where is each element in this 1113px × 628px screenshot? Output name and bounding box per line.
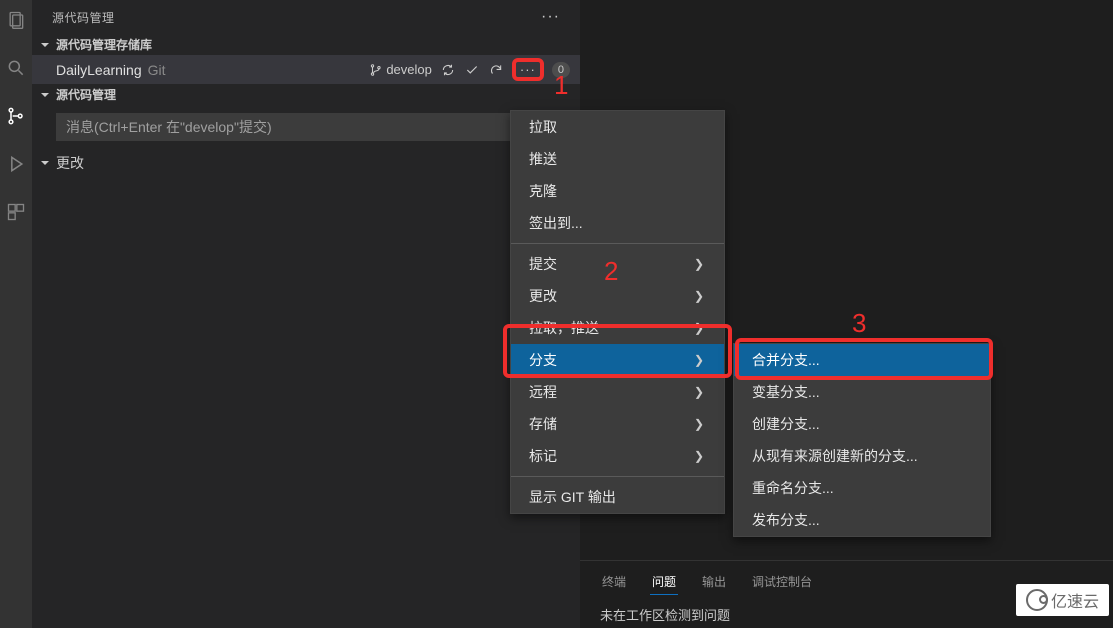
repos-section-header[interactable]: 源代码管理存储库 bbox=[32, 34, 580, 55]
chevron-down-icon bbox=[38, 38, 52, 52]
chevron-right-icon: ❯ bbox=[694, 257, 704, 271]
menu-pull[interactable]: 拉取 bbox=[511, 111, 724, 143]
menu-rebase-branch[interactable]: 变基分支... bbox=[734, 376, 990, 408]
chevron-right-icon: ❯ bbox=[694, 353, 704, 367]
commit-input[interactable] bbox=[56, 113, 564, 141]
branch-indicator[interactable]: develop bbox=[368, 62, 432, 78]
section-label: 源代码管理 bbox=[56, 86, 116, 103]
menu-rename-branch[interactable]: 重命名分支... bbox=[734, 472, 990, 504]
source-control-icon[interactable] bbox=[4, 104, 28, 128]
annotation-number-3: 3 bbox=[852, 308, 866, 339]
repo-name: DailyLearning bbox=[56, 62, 142, 78]
tab-problems[interactable]: 问题 bbox=[650, 569, 678, 595]
menu-create-branch[interactable]: 创建分支... bbox=[734, 408, 990, 440]
chevron-right-icon: ❯ bbox=[694, 385, 704, 399]
menu-separator bbox=[511, 243, 724, 244]
tab-output[interactable]: 输出 bbox=[700, 569, 728, 595]
repo-more-highlighted[interactable]: ··· bbox=[512, 58, 544, 81]
cloud-icon bbox=[1026, 589, 1048, 611]
watermark: 亿速云 bbox=[1016, 584, 1109, 616]
repo-toolbar: develop ··· 0 bbox=[368, 58, 570, 81]
menu-clone[interactable]: 克隆 bbox=[511, 175, 724, 207]
menu-create-branch-from[interactable]: 从现有来源创建新的分支... bbox=[734, 440, 990, 472]
menu-publish-branch[interactable]: 发布分支... bbox=[734, 504, 990, 536]
debug-icon[interactable] bbox=[4, 152, 28, 176]
changes-label: 更改 bbox=[56, 153, 84, 173]
refresh-icon[interactable] bbox=[488, 62, 504, 78]
scm-section-header[interactable]: 源代码管理 bbox=[32, 84, 580, 105]
menu-merge-branch[interactable]: 合并分支... bbox=[734, 344, 990, 376]
tab-terminal[interactable]: 终端 bbox=[600, 569, 628, 595]
search-icon[interactable] bbox=[4, 56, 28, 80]
activity-bar bbox=[0, 0, 32, 628]
menu-separator bbox=[511, 476, 724, 477]
panel-title: 源代码管理 bbox=[52, 9, 115, 26]
menu-push[interactable]: 推送 bbox=[511, 143, 724, 175]
menu-stash[interactable]: 存储❯ bbox=[511, 408, 724, 440]
sync-icon[interactable] bbox=[440, 62, 456, 78]
chevron-down-icon bbox=[38, 88, 52, 102]
branch-submenu: 合并分支... 变基分支... 创建分支... 从现有来源创建新的分支... 重… bbox=[733, 343, 991, 537]
menu-remote[interactable]: 远程❯ bbox=[511, 376, 724, 408]
watermark-text: 亿速云 bbox=[1051, 588, 1099, 612]
annotation-number-1: 1 bbox=[554, 70, 568, 101]
annotation-number-2: 2 bbox=[604, 256, 618, 287]
chevron-right-icon: ❯ bbox=[694, 417, 704, 431]
chevron-right-icon: ❯ bbox=[694, 289, 704, 303]
section-label: 源代码管理存储库 bbox=[56, 36, 152, 53]
more-icon: ··· bbox=[520, 62, 536, 77]
menu-show-git-output[interactable]: 显示 GIT 输出 bbox=[511, 481, 724, 513]
repo-type: Git bbox=[148, 62, 166, 78]
files-icon[interactable] bbox=[4, 8, 28, 32]
changes-section[interactable]: 更改 bbox=[32, 149, 580, 177]
tab-debug-console[interactable]: 调试控制台 bbox=[750, 569, 814, 595]
menu-checkout[interactable]: 签出到... bbox=[511, 207, 724, 239]
menu-branch[interactable]: 分支❯ bbox=[511, 344, 724, 376]
branch-name: develop bbox=[386, 62, 432, 77]
chevron-right-icon: ❯ bbox=[694, 449, 704, 463]
menu-tags[interactable]: 标记❯ bbox=[511, 440, 724, 472]
scm-context-menu: 拉取 推送 克隆 签出到... 提交❯ 更改❯ 拉取，推送❯ 分支❯ 远程❯ 存… bbox=[510, 110, 725, 514]
source-control-panel: 源代码管理 ··· 源代码管理存储库 DailyLearning Git dev… bbox=[32, 0, 580, 628]
repo-row[interactable]: DailyLearning Git develop ··· 0 bbox=[32, 55, 580, 84]
chevron-right-icon: ❯ bbox=[694, 321, 704, 335]
commit-message-field[interactable] bbox=[56, 113, 564, 141]
panel-header: 源代码管理 ··· bbox=[32, 0, 580, 34]
git-branch-icon bbox=[368, 62, 384, 78]
chevron-down-icon bbox=[38, 156, 52, 170]
commit-check-icon[interactable] bbox=[464, 62, 480, 78]
extensions-icon[interactable] bbox=[4, 200, 28, 224]
panel-more-icon[interactable]: ··· bbox=[535, 8, 566, 26]
menu-pull-push[interactable]: 拉取，推送❯ bbox=[511, 312, 724, 344]
